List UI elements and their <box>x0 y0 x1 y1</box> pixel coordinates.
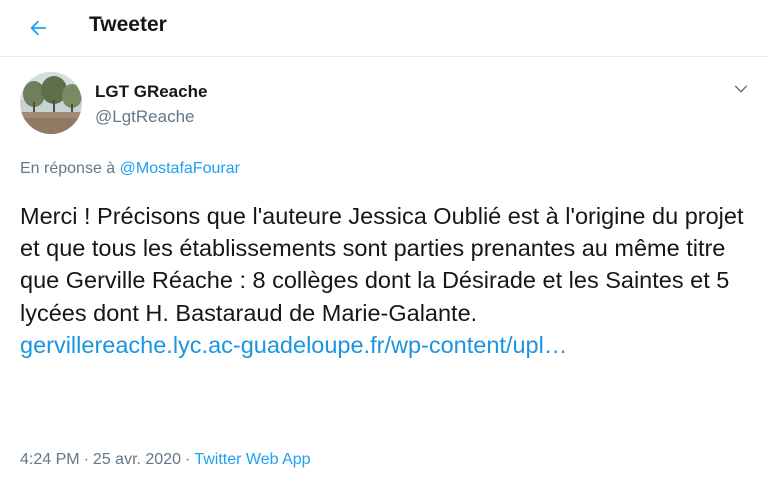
reply-context: En réponse à @MostafaFourar <box>20 160 240 178</box>
arrow-left-icon <box>30 20 47 36</box>
chevron-down-icon <box>734 85 748 93</box>
meta-separator: · <box>185 451 191 468</box>
tweet-time[interactable]: 4:24 PM <box>20 451 80 468</box>
author-handle[interactable]: @LgtReache <box>95 107 195 127</box>
avatar-image <box>20 72 82 134</box>
page-title: Tweeter <box>89 13 167 36</box>
tweet-date[interactable]: 25 avr. 2020 <box>93 451 181 468</box>
reply-prefix: En réponse à <box>20 160 116 177</box>
meta-separator: · <box>83 451 89 468</box>
tweet-source[interactable]: Twitter Web App <box>194 451 310 468</box>
tweet-url-link[interactable]: gervillereache.lyc.ac-guadeloupe.fr/wp-c… <box>20 332 567 358</box>
tweet-meta: 4:24 PM · 25 avr. 2020 · Twitter Web App <box>20 451 311 469</box>
more-options-button[interactable] <box>728 76 754 102</box>
back-button[interactable] <box>20 10 56 46</box>
reply-to-link[interactable]: @MostafaFourar <box>120 160 240 177</box>
author-name[interactable]: LGT GReache <box>95 82 207 102</box>
tweet-text-content: Merci ! Précisons que l'auteure Jessica … <box>20 203 744 326</box>
tweet-header: Tweeter <box>0 0 768 57</box>
avatar[interactable] <box>20 72 82 134</box>
tweet-text: Merci ! Précisons que l'auteure Jessica … <box>20 200 755 361</box>
